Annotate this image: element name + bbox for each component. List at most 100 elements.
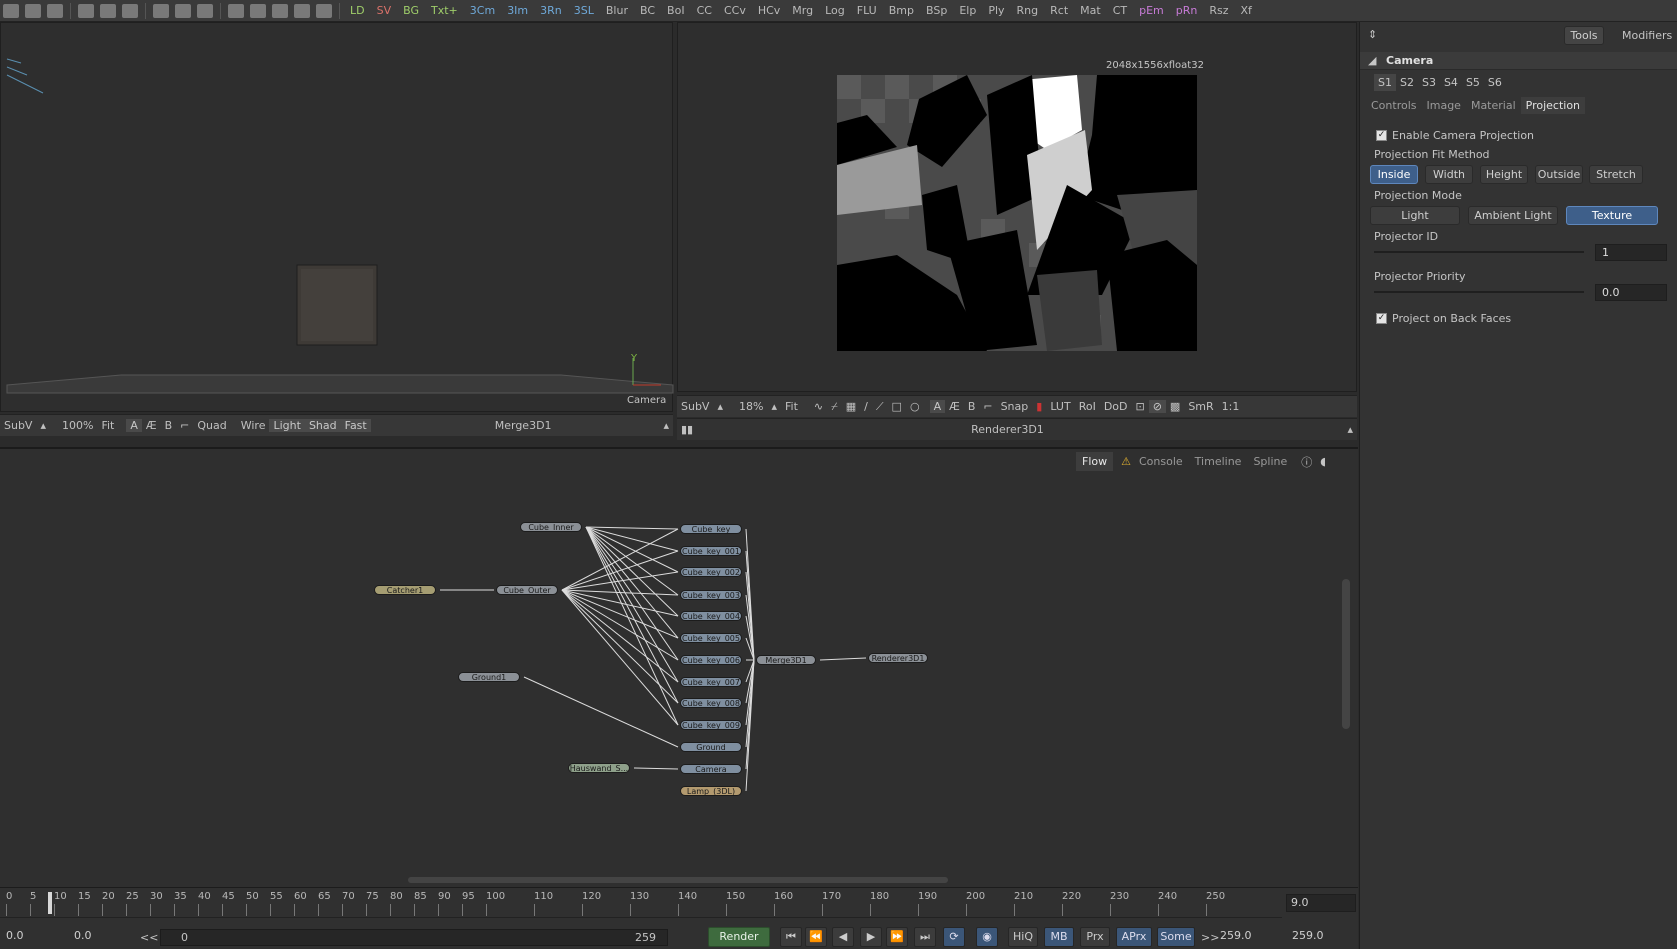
flow-node-key7[interactable]: Cube_key_007 [680, 677, 742, 687]
mb-button[interactable]: MB [1044, 927, 1074, 947]
tool-button-rng[interactable]: Rng [1011, 0, 1045, 22]
projector-priority-slider[interactable] [1374, 291, 1584, 293]
tool-button-bmp[interactable]: Bmp [883, 0, 920, 22]
flow-scrollbar-vertical[interactable] [1342, 579, 1350, 729]
quad-button[interactable]: Quad [193, 419, 230, 432]
tool-button-ccv[interactable]: CCv [718, 0, 752, 22]
flow-node-key1[interactable]: Cube_key_001 [680, 546, 742, 556]
tool-button-bg[interactable]: BG [397, 0, 425, 22]
flow-node-ground1[interactable]: Ground1 [458, 672, 520, 682]
ab-icon[interactable]: Æ [945, 400, 964, 413]
b-button[interactable]: B [161, 419, 177, 432]
pause-icon[interactable]: ▮▮ [677, 423, 697, 436]
smr-button[interactable]: SmR [1184, 400, 1217, 413]
tool-button-mrg[interactable]: Mrg [786, 0, 819, 22]
flow-node-hauswand[interactable]: Hauswand_S... [568, 763, 630, 773]
projector-priority-field[interactable]: 0.0 [1595, 284, 1667, 301]
enable-projection-checkbox[interactable]: ✓ [1376, 130, 1387, 141]
lut-button[interactable]: LUT [1046, 400, 1074, 413]
current-time-field[interactable]: 9.0 [1286, 894, 1356, 912]
go-start-icon[interactable]: ⏮ [780, 927, 802, 947]
circle-icon[interactable]: ○ [906, 400, 924, 413]
tool-button-xf[interactable]: Xf [1235, 0, 1258, 22]
tool-button-pem[interactable]: pEm [1133, 0, 1170, 22]
stereo-icon[interactable]: ⊘ [1148, 400, 1166, 413]
tool-button-bsp[interactable]: BSp [920, 0, 953, 22]
shad-button[interactable]: Shad [304, 419, 341, 432]
projector-id-slider[interactable] [1374, 251, 1584, 253]
viewer-right[interactable]: 2048x1556xfloat32 [677, 22, 1357, 392]
save-icon[interactable] [47, 3, 63, 18]
layout-split-icon[interactable] [250, 3, 266, 18]
tool-button-ply[interactable]: Ply [982, 0, 1010, 22]
panel-scroll-icon[interactable]: ⇕ [1368, 28, 1377, 41]
time-ruler[interactable]: 0 5 10 15 20 25 30 35 40 45 50 55 60 65 70 75 80 85 90 95 10… [0, 888, 1282, 918]
rectangle-icon[interactable]: □ [888, 400, 906, 413]
tool-button-mat[interactable]: Mat [1074, 0, 1107, 22]
lock-icon[interactable]: ⊡ [1131, 400, 1148, 413]
tool-button-bc[interactable]: BC [634, 0, 661, 22]
tool-button-3sl[interactable]: 3SL [568, 0, 600, 22]
tool-button-3rn[interactable]: 3Rn [534, 0, 568, 22]
tool-button-rsz[interactable]: Rsz [1203, 0, 1234, 22]
ab-icon[interactable]: Æ [142, 419, 161, 432]
play-icon[interactable]: ▶ [860, 927, 882, 947]
fit-method-height[interactable]: Height [1480, 165, 1528, 184]
section-header[interactable]: ◢ Camera [1360, 52, 1677, 70]
flow-node-key6[interactable]: Cube_key_006 [680, 655, 742, 665]
snap-button[interactable]: Snap [997, 400, 1033, 413]
tool-button-3im[interactable]: 3Im [501, 0, 534, 22]
chevron-up-icon[interactable]: ▴ [659, 419, 673, 432]
delete-icon[interactable] [197, 3, 213, 18]
tool-button-sv[interactable]: SV [371, 0, 398, 22]
flow-node-key8[interactable]: Cube_key_008 [680, 698, 742, 708]
play-reverse-icon[interactable]: ◀ [832, 927, 854, 947]
flow-node-cube-inner[interactable]: Cube_Inner [520, 522, 582, 532]
global-end-field[interactable]: 259.0 [1288, 928, 1356, 946]
tab-material[interactable]: Material [1466, 97, 1521, 114]
tab-controls[interactable]: Controls [1366, 97, 1422, 114]
fit-button[interactable]: Fit [97, 419, 118, 432]
projector-id-field[interactable]: 1 [1595, 244, 1667, 261]
tab-tools[interactable]: Tools [1564, 26, 1604, 45]
curve-icon[interactable]: ∿ [810, 400, 827, 413]
b-button[interactable]: B [964, 400, 980, 413]
checker-icon[interactable]: ▩ [1166, 400, 1184, 413]
collapse-icon[interactable]: ◢ [1368, 54, 1376, 67]
flow-node-key3[interactable]: Cube_key_003 [680, 590, 742, 600]
projection-mode-texture[interactable]: Texture [1566, 206, 1658, 225]
undo-icon[interactable] [153, 3, 169, 18]
aprx-button[interactable]: APrx [1116, 927, 1152, 947]
loop-icon[interactable]: ⟳ [943, 927, 965, 947]
tab-image[interactable]: Image [1422, 97, 1466, 114]
tool-button-prn[interactable]: pRn [1170, 0, 1204, 22]
flow-node-renderer[interactable]: Renderer3D1 [868, 653, 928, 663]
fit-method-outside[interactable]: Outside [1535, 165, 1583, 184]
flow-scrollbar-horizontal[interactable] [408, 877, 948, 883]
prx-button[interactable]: Prx [1080, 927, 1110, 947]
tool-button-boi[interactable]: BoI [661, 0, 691, 22]
flow-node-key5[interactable]: Cube_key_005 [680, 633, 742, 643]
glasses-icon[interactable]: ⌐ [176, 419, 193, 432]
cut-icon[interactable] [78, 3, 94, 18]
color-channel-icon[interactable]: ▮ [1032, 400, 1046, 413]
slot-s1[interactable]: S1 [1374, 74, 1396, 91]
tool-button-rct[interactable]: Rct [1044, 0, 1074, 22]
fit-method-width[interactable]: Width [1425, 165, 1473, 184]
redo-icon[interactable] [175, 3, 191, 18]
tool-button-3cm[interactable]: 3Cm [464, 0, 501, 22]
tool-button-txt[interactable]: Txt+ [425, 0, 464, 22]
a-button[interactable]: A [929, 400, 946, 413]
script-icon[interactable] [316, 3, 332, 18]
step-back-button[interactable]: << [140, 931, 158, 944]
wire-button[interactable]: Wire [237, 419, 270, 432]
slot-s2[interactable]: S2 [1396, 74, 1418, 91]
copy-icon[interactable] [100, 3, 116, 18]
rewind-icon[interactable]: ⏪ [805, 927, 827, 947]
layout-horizontal-icon[interactable] [272, 3, 288, 18]
eyedropper-icon[interactable]: ⟋ [872, 400, 888, 414]
ratio-button[interactable]: 1:1 [1218, 400, 1244, 413]
flow-node-lamp[interactable]: Lamp_(3DL) [680, 786, 742, 796]
slot-s6[interactable]: S6 [1484, 74, 1506, 91]
zoom-field[interactable]: 100% [58, 419, 97, 432]
